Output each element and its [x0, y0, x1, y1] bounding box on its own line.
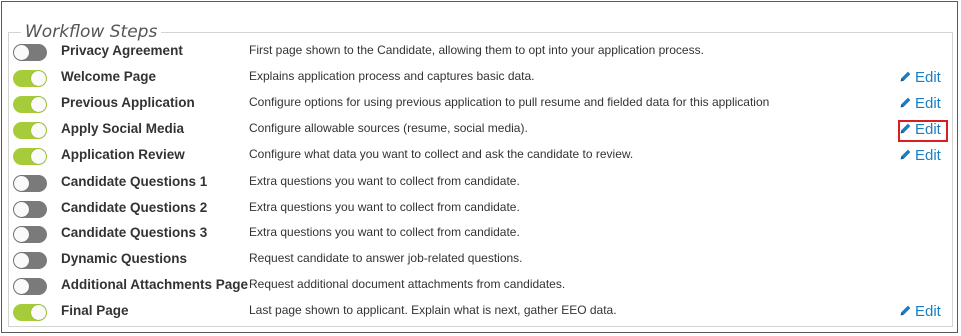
toggle-knob — [14, 176, 29, 191]
toggle-knob — [31, 123, 46, 138]
step-description: Configure options for using previous app… — [249, 95, 770, 109]
step-toggle[interactable] — [13, 70, 47, 87]
step-name: Application Review — [61, 147, 185, 162]
workflow-step-row: Privacy Agreement First page shown to the… — [0, 43, 961, 69]
pencil-icon — [899, 304, 912, 321]
workflow-step-row: Application Review Configure what data yo… — [0, 147, 961, 173]
step-toggle[interactable] — [13, 226, 47, 243]
toggle-knob — [31, 305, 46, 320]
edit-step-link[interactable]: Edit — [899, 303, 947, 323]
toggle-knob — [14, 45, 29, 60]
step-toggle[interactable] — [13, 252, 47, 269]
step-name: Dynamic Questions — [61, 251, 188, 266]
edit-step-link[interactable]: Edit — [899, 147, 947, 167]
step-name: Apply Social Media — [61, 121, 185, 136]
workflow-step-row: Dynamic Questions Request candidate to an… — [0, 251, 961, 277]
step-description: Extra questions you want to collect from… — [249, 174, 520, 188]
workflow-step-row: Candidate Questions 1 Extra questions you… — [0, 174, 961, 200]
step-toggle[interactable] — [13, 148, 47, 165]
workflow-step-row: Additional Attachments Page Request addit… — [0, 277, 961, 303]
workflow-step-row: Final Page Last page shown to applicant. … — [0, 303, 961, 329]
step-toggle[interactable] — [13, 122, 47, 139]
pencil-icon — [899, 96, 912, 113]
workflow-step-row: Apply Social Media Configure allowable so… — [0, 120, 961, 147]
step-toggle[interactable] — [13, 96, 47, 113]
step-name: Candidate Questions 1 — [61, 174, 208, 189]
step-name: Additional Attachments Page — [61, 277, 249, 292]
step-name: Final Page — [61, 303, 129, 318]
step-description: Explains application process and capture… — [249, 69, 535, 83]
workflow-step-row: Candidate Questions 3 Extra questions you… — [0, 225, 961, 251]
pencil-icon — [899, 148, 912, 165]
toggle-knob — [14, 279, 29, 294]
step-name: Candidate Questions 2 — [61, 200, 208, 215]
step-description: Extra questions you want to collect from… — [249, 225, 520, 239]
step-toggle[interactable] — [13, 278, 47, 295]
toggle-knob — [31, 149, 46, 164]
pencil-icon — [899, 70, 912, 87]
edit-step-link[interactable]: Edit — [899, 69, 947, 89]
step-name: Privacy Agreement — [61, 43, 183, 58]
section-legend: Workflow Steps — [25, 22, 158, 42]
step-description: Configure allowable sources (resume, soc… — [249, 121, 528, 135]
step-toggle[interactable] — [13, 44, 47, 61]
step-description: Request additional document attachments … — [249, 277, 566, 291]
step-toggle[interactable] — [13, 175, 47, 192]
edit-label: Edit — [915, 69, 941, 86]
step-description: Last page shown to applicant. Explain wh… — [249, 303, 617, 317]
step-name: Candidate Questions 3 — [61, 225, 208, 240]
step-description: First page shown to the Candidate, allow… — [249, 43, 704, 57]
toggle-knob — [31, 97, 46, 112]
step-toggle[interactable] — [13, 201, 47, 218]
toggle-knob — [14, 202, 29, 217]
workflow-step-row: Candidate Questions 2 Extra questions you… — [0, 200, 961, 226]
edit-label: Edit — [915, 95, 941, 112]
pencil-icon — [899, 122, 912, 139]
edit-label: Edit — [915, 147, 941, 164]
toggle-knob — [31, 71, 46, 86]
step-description: Configure what data you want to collect … — [249, 147, 634, 161]
step-description: Extra questions you want to collect from… — [249, 200, 520, 214]
step-name: Previous Application — [61, 95, 195, 110]
step-name: Welcome Page — [61, 69, 157, 84]
edit-step-link[interactable]: Edit — [899, 95, 947, 115]
edit-label: Edit — [915, 303, 941, 320]
toggle-knob — [14, 253, 29, 268]
edit-label: Edit — [915, 121, 941, 138]
toggle-knob — [14, 227, 29, 242]
workflow-step-row: Welcome Page Explains application process… — [0, 69, 961, 95]
step-description: Request candidate to answer job-related … — [249, 251, 523, 265]
workflow-step-row: Previous Application Configure options fo… — [0, 95, 961, 121]
step-toggle[interactable] — [13, 304, 47, 321]
edit-step-link[interactable]: Edit — [898, 120, 948, 142]
